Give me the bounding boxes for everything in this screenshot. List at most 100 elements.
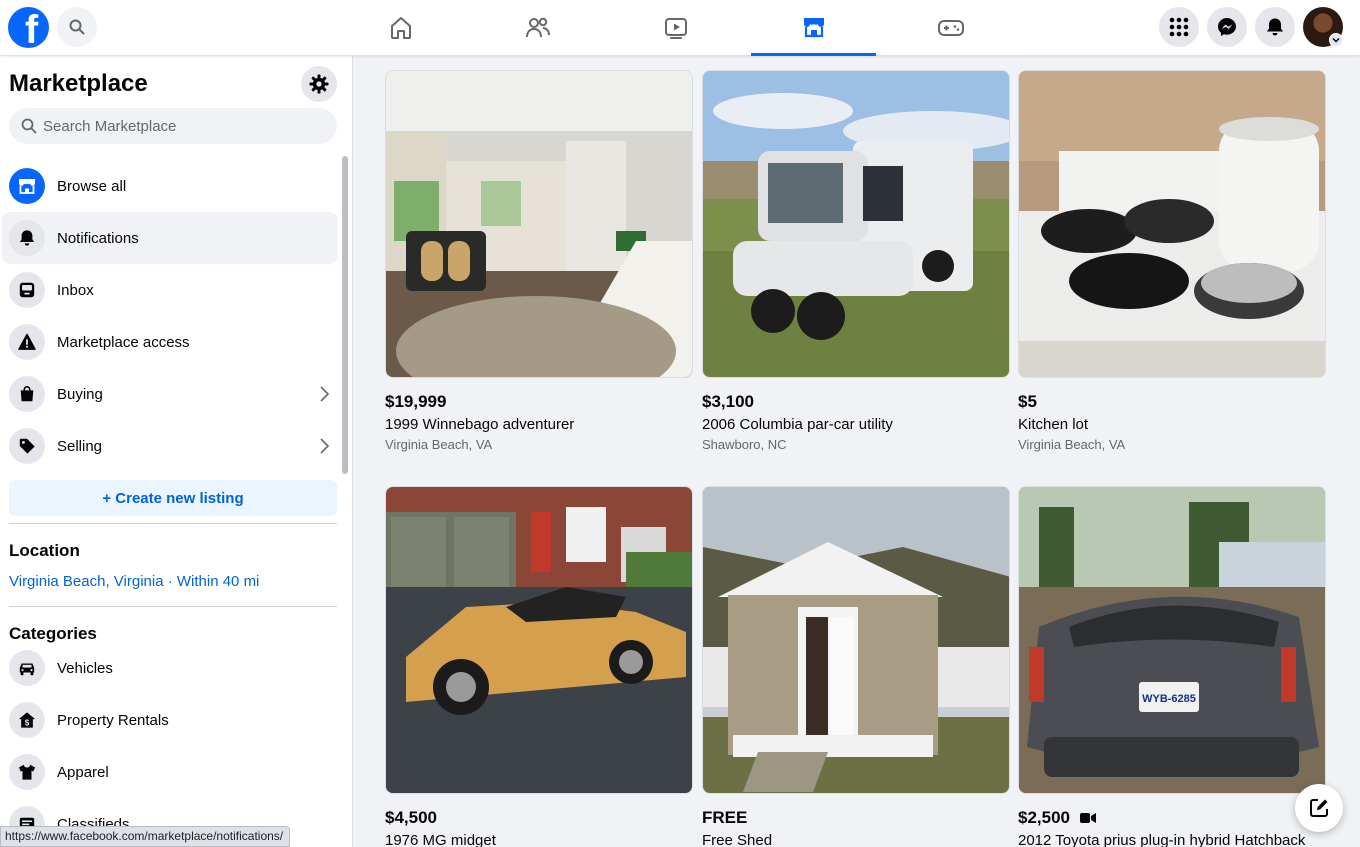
create-new-listing-button[interactable]: + Create new listing	[9, 480, 337, 516]
sidebar-item-browse-all[interactable]: Browse all	[2, 160, 338, 212]
categories-heading: Categories	[9, 624, 97, 643]
shopping-bag-icon	[20, 386, 34, 402]
messenger-icon	[1218, 18, 1236, 36]
messenger-button[interactable]	[1207, 7, 1247, 47]
tag-icon-wrap	[9, 428, 45, 464]
listing-photo[interactable]	[385, 70, 693, 378]
sidebar-item-buying[interactable]: Buying	[2, 368, 338, 420]
gaming-icon	[937, 20, 964, 36]
inbox-icon-wrap	[9, 272, 45, 308]
listing-price: $2,500	[1018, 808, 1326, 828]
listing-photo[interactable]	[385, 486, 693, 794]
category-label: Apparel	[57, 763, 109, 781]
marketplace-sidebar: Marketplace Browse all Notifications Inb…	[0, 56, 353, 847]
category-label: Vehicles	[57, 659, 113, 677]
shirt-icon-wrap	[9, 754, 45, 790]
category-label: Property Rentals	[57, 711, 169, 729]
marketplace-icon	[803, 17, 824, 37]
storefront-icon	[19, 179, 35, 194]
notifications-button[interactable]	[1255, 7, 1295, 47]
sidebar-title: Marketplace	[9, 70, 148, 97]
watch-icon	[664, 18, 687, 39]
new-message-button[interactable]	[1295, 784, 1343, 832]
category-property-rentals[interactable]: $ Property Rentals	[2, 694, 338, 746]
sidebar-item-label: Notifications	[57, 229, 139, 247]
marketplace-search[interactable]	[9, 108, 337, 144]
divider	[9, 523, 337, 524]
listing-card[interactable]: FREE Free Shed	[702, 486, 1010, 847]
listing-card[interactable]: $4,500 1976 MG midget	[385, 486, 693, 847]
listing-card[interactable]: $19,999 1999 Winnebago adventurer Virgin…	[385, 70, 693, 452]
notifications-bell-icon	[1267, 18, 1283, 36]
location-link[interactable]: Virginia Beach, Virginia · Within 40 mi	[9, 573, 259, 590]
location-heading: Location	[9, 541, 80, 560]
search-button[interactable]	[57, 7, 97, 47]
tab-home[interactable]	[338, 0, 463, 56]
sidebar-item-notifications[interactable]: Notifications	[2, 212, 338, 264]
link-status-url: https://www.facebook.com/marketplace/not…	[0, 826, 291, 847]
listing-photo[interactable]	[1018, 70, 1326, 378]
chevron-right-icon	[320, 438, 330, 454]
tab-watch[interactable]	[613, 0, 738, 56]
compose-icon	[1310, 799, 1328, 817]
facebook-logo[interactable]: f	[8, 7, 49, 48]
search-input[interactable]	[43, 117, 323, 135]
tab-marketplace[interactable]	[751, 0, 876, 56]
facebook-logo-letter: f	[24, 8, 39, 48]
chevron-right-icon	[320, 386, 330, 402]
tab-friends[interactable]	[475, 0, 600, 56]
home-icon	[390, 17, 411, 39]
inbox-icon	[19, 282, 35, 298]
listing-title: Kitchen lot	[1018, 416, 1089, 433]
warning-icon	[18, 333, 36, 350]
house-dollar-icon: $	[18, 712, 36, 728]
listing-title: 2012 Toyota prius plug-in hybrid Hatchba…	[1018, 832, 1306, 847]
svg-text:WYB-6285: WYB-6285	[1142, 693, 1196, 705]
storefront-icon-wrap	[9, 168, 45, 204]
shopping-bag-icon-wrap	[9, 376, 45, 412]
sidebar-item-label: Marketplace access	[57, 333, 190, 351]
account-chevron[interactable]	[1329, 33, 1343, 47]
listing-title: Free Shed	[702, 832, 773, 847]
svg-text:$: $	[25, 718, 30, 727]
listing-price: FREE	[702, 808, 748, 827]
listing-price-text: $2,500	[1018, 808, 1070, 827]
listing-card[interactable]: $3,100 2006 Columbia par-car utility Sha…	[702, 70, 1010, 452]
listing-price: $3,100	[702, 392, 754, 411]
listing-card[interactable]: WYB-6285 $2,500 2012 Toyota prius plug-i…	[1018, 486, 1326, 847]
listing-price: $19,999	[385, 392, 447, 411]
sidebar-item-label: Buying	[57, 385, 103, 403]
sidebar-item-marketplace-access[interactable]: Marketplace access	[2, 316, 338, 368]
settings-button[interactable]	[301, 66, 337, 102]
shirt-icon	[18, 764, 36, 780]
category-vehicles[interactable]: Vehicles	[2, 642, 338, 694]
listing-title: 2006 Columbia par-car utility	[702, 416, 893, 433]
sidebar-item-inbox[interactable]: Inbox	[2, 264, 338, 316]
listing-card[interactable]: $5 Kitchen lot Virginia Beach, VA	[1018, 70, 1326, 452]
menu-grid-icon	[1169, 17, 1189, 37]
tag-icon	[19, 438, 35, 454]
sidebar-item-selling[interactable]: Selling	[2, 420, 338, 472]
warning-icon-wrap	[9, 324, 45, 360]
video-icon	[1080, 813, 1096, 823]
listing-photo[interactable]	[702, 486, 1010, 794]
gear-icon	[309, 74, 329, 94]
listing-title: 1999 Winnebago adventurer	[385, 416, 575, 433]
sidebar-item-label: Browse all	[57, 177, 127, 195]
car-icon	[19, 663, 35, 676]
category-apparel[interactable]: Apparel	[2, 746, 338, 798]
chevron-down-icon	[1332, 37, 1340, 43]
listing-location: Virginia Beach, VA	[1018, 437, 1126, 452]
search-icon	[69, 19, 85, 35]
listing-photo[interactable]: WYB-6285	[1018, 486, 1326, 794]
menu-button[interactable]	[1159, 7, 1199, 47]
top-navigation-bar: f	[0, 0, 1360, 56]
listing-photo[interactable]	[702, 70, 1010, 378]
bell-icon	[19, 230, 35, 246]
listing-price: $4,500	[385, 808, 437, 827]
sidebar-scrollbar[interactable]	[342, 156, 348, 474]
listing-price: $5	[1018, 392, 1037, 411]
sidebar-item-label: Selling	[57, 437, 103, 455]
tab-gaming[interactable]	[888, 0, 1013, 56]
listing-location: Shawboro, NC	[702, 437, 787, 452]
